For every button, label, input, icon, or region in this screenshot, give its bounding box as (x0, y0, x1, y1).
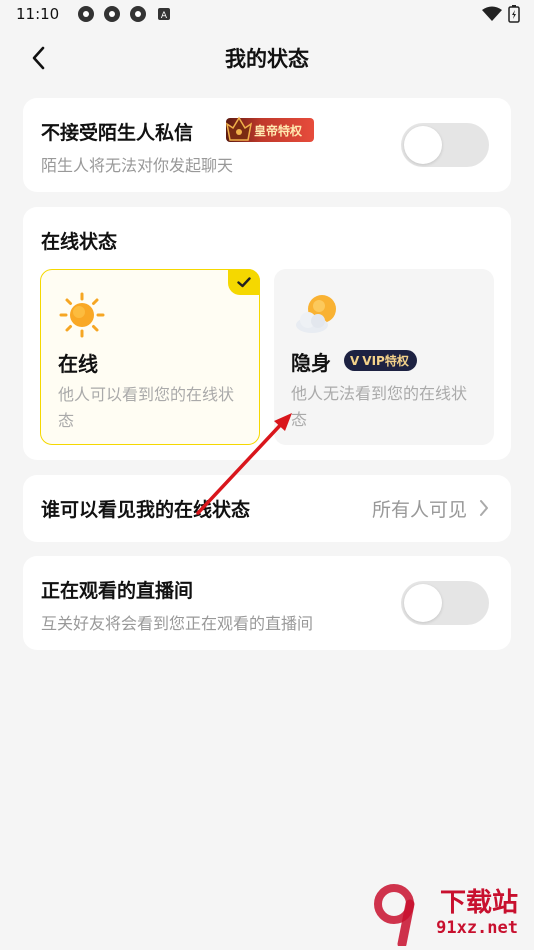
vip-v-icon: V (350, 353, 360, 368)
check-icon (237, 276, 251, 287)
watching-live-title: 正在观看的直播间 (41, 580, 194, 602)
watermark: 下载站 91xz.net (366, 882, 526, 950)
app-a-icon: A (158, 8, 171, 21)
online-status-card: 在线状态 在线 他人可以看到您的在线状态 隐身 V VIP特权 他人无法看到您的… (23, 207, 511, 460)
toggle-knob (404, 126, 442, 164)
selected-check-badge (228, 269, 260, 295)
toggle-knob (404, 584, 442, 622)
stranger-dm-subtitle: 陌生人将无法对你发起聊天 (41, 156, 234, 175)
app-notification-icon (78, 6, 95, 22)
visibility-row[interactable]: 谁可以看见我的在线状态 所有人可见 (23, 475, 511, 542)
online-status-section-title: 在线状态 (41, 231, 118, 253)
app-notification-icon (104, 6, 121, 22)
stranger-dm-card: 不接受陌生人私信 皇帝特权 陌生人将无法对你发起聊天 (23, 98, 511, 192)
chevron-right-icon (480, 500, 488, 516)
emperor-badge-label: 皇帝特权 (254, 123, 303, 138)
back-button[interactable] (22, 42, 54, 74)
status-time: 11:10 (16, 5, 60, 23)
battery-icon (508, 5, 520, 23)
stranger-dm-title: 不接受陌生人私信 (41, 122, 194, 144)
online-option-desc: 他人可以看到您的在线状态 (58, 385, 235, 430)
page-title: 我的状态 (225, 47, 309, 71)
wifi-icon (482, 6, 502, 21)
online-option[interactable]: 在线 他人可以看到您的在线状态 (40, 269, 260, 445)
emperor-privilege-badge: 皇帝特权 (225, 116, 314, 142)
watching-live-subtitle: 互关好友将会看到您正在观看的直播间 (41, 614, 314, 633)
invisible-option-label: 隐身 (291, 351, 331, 375)
watermark-site: 91xz.net (436, 918, 518, 938)
cloudy-sun-icon (296, 295, 336, 333)
vip-badge-label: VIP特权 (362, 354, 409, 368)
app-notification-icon (130, 6, 147, 22)
vip-privilege-badge: V VIP特权 (344, 350, 417, 371)
svg-text:A: A (161, 11, 168, 21)
watermark-logo-icon (374, 884, 415, 946)
emperor-crest-icon (225, 116, 253, 141)
online-option-label: 在线 (58, 352, 98, 376)
nav-bar: 我的状态 (0, 36, 534, 80)
sun-icon (59, 292, 105, 338)
status-bar: 11:10 A (0, 0, 534, 28)
visibility-label: 谁可以看见我的在线状态 (41, 499, 251, 521)
chevron-left-icon (32, 46, 45, 70)
stranger-dm-toggle[interactable] (401, 123, 489, 167)
watching-live-toggle[interactable] (401, 581, 489, 625)
invisible-option-desc: 他人无法看到您的在线状态 (291, 384, 468, 429)
watching-live-card: 正在观看的直播间 互关好友将会看到您正在观看的直播间 (23, 556, 511, 650)
invisible-option[interactable]: 隐身 V VIP特权 他人无法看到您的在线状态 (274, 269, 494, 445)
visibility-value: 所有人可见 (371, 499, 467, 521)
watermark-brand: 下载站 (439, 888, 518, 918)
